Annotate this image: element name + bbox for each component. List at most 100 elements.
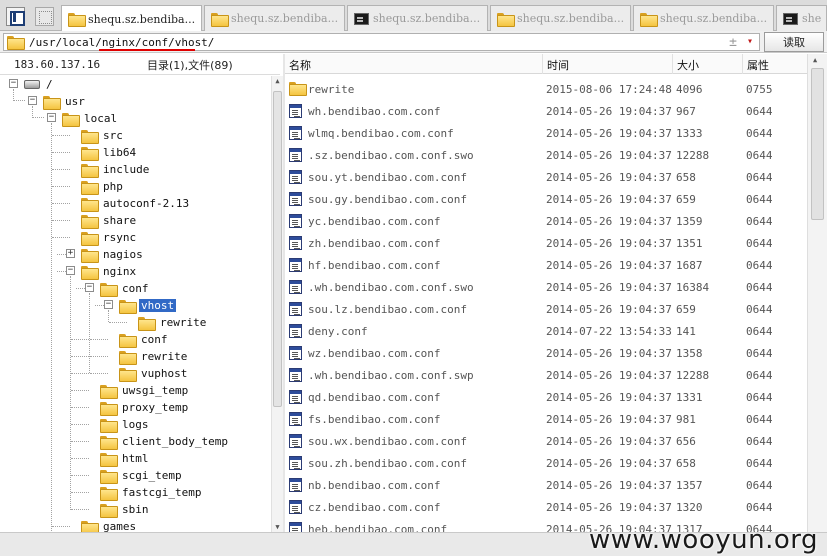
collapse-toggle[interactable]: − — [47, 113, 56, 122]
tree-node[interactable]: conf — [119, 331, 170, 348]
tree-node[interactable]: autoconf-2.13 — [81, 195, 191, 212]
tree-node[interactable]: rsync — [81, 229, 138, 246]
tab-4[interactable]: shequ.sz.bendiba... — [490, 5, 631, 31]
file-row[interactable]: wh.bendibao.com.conf 2014-05-26 19:04:37 9… — [285, 100, 807, 122]
file-row[interactable]: nb.bendibao.com.conf 2014-05-26 19:04:37 1… — [285, 474, 807, 496]
tab-6[interactable]: she — [776, 5, 827, 31]
file-row[interactable]: .wh.bendibao.com.conf.swp 2014-05-26 19:0… — [285, 364, 807, 386]
collapse-toggle[interactable]: − — [28, 96, 37, 105]
file-icon — [289, 148, 302, 162]
path-dropdown-icon[interactable]: ▾ — [747, 36, 753, 47]
path-highlight-underline — [99, 49, 195, 51]
file-row[interactable]: sou.wx.bendibao.com.conf 2014-05-26 19:04… — [285, 430, 807, 452]
tree-node[interactable]: fastcgi_temp — [100, 484, 203, 501]
collapse-toggle[interactable]: − — [9, 79, 18, 88]
tree-node[interactable]: uwsgi_temp — [100, 382, 190, 399]
tree-node[interactable]: share — [81, 212, 138, 229]
file-row[interactable]: zh.bendibao.com.conf 2014-05-26 19:04:37 1… — [285, 232, 807, 254]
tree-node[interactable]: html — [100, 450, 151, 467]
file-list-header: 名称 时间 大小 属性 — [285, 54, 807, 74]
file-row[interactable]: wz.bendibao.com.conf 2014-05-26 19:04:37 1… — [285, 342, 807, 364]
folder-icon — [138, 316, 156, 331]
collapse-toggle[interactable]: − — [85, 283, 94, 292]
file-row[interactable]: sou.gy.bendibao.com.conf 2014-05-26 19:04… — [285, 188, 807, 210]
tree-node[interactable]: local — [62, 110, 119, 127]
file-icon — [289, 346, 302, 360]
folder-icon — [81, 146, 99, 161]
column-header-attr[interactable]: 属性 — [747, 57, 769, 73]
status-strip: www.wooyun.org — [0, 525, 827, 556]
tree-node[interactable]: games — [81, 518, 138, 532]
tree-node[interactable]: nginx — [81, 263, 138, 280]
tab-1[interactable]: shequ.sz.bendiba... — [61, 5, 202, 32]
column-header-name[interactable]: 名称 — [289, 57, 311, 73]
read-button[interactable]: 读取 — [764, 32, 824, 52]
file-row[interactable]: yc.bendibao.com.conf 2014-05-26 19:04:37 1… — [285, 210, 807, 232]
directory-tree[interactable]: − − − + − − − / usr local src lib64 incl… — [0, 76, 271, 532]
scroll-down-icon[interactable]: ▼ — [272, 522, 283, 532]
folder-icon — [81, 197, 99, 212]
path-input[interactable]: /usr/local/nginx/conf/vhost/ ± ▾ — [3, 33, 760, 51]
collapse-toggle[interactable]: − — [66, 266, 75, 275]
folder-icon — [100, 384, 118, 399]
scroll-up-icon[interactable]: ▲ — [813, 56, 817, 64]
scroll-up-icon[interactable]: ▲ — [272, 76, 283, 86]
file-row[interactable]: hf.bendibao.com.conf 2014-05-26 19:04:37 1… — [285, 254, 807, 276]
file-list[interactable]: rewrite 2015-08-06 17:24:48 4096 0755 wh.be… — [285, 78, 807, 532]
file-icon — [289, 280, 302, 294]
tree-node[interactable]: client_body_temp — [100, 433, 230, 450]
tree-node[interactable]: proxy_temp — [100, 399, 190, 416]
tree-node[interactable]: vuphost — [119, 365, 189, 382]
folder-icon — [81, 180, 99, 195]
tree-node[interactable]: nagios — [81, 246, 145, 263]
file-row[interactable]: deny.conf 2014-07-22 13:54:33 141 0644 — [285, 320, 807, 342]
folder-icon — [81, 129, 99, 144]
tree-node[interactable]: rewrite — [138, 314, 208, 331]
tree-node[interactable]: logs — [100, 416, 151, 433]
tree-scroll-thumb[interactable] — [273, 91, 282, 407]
panel-toggle-button[interactable] — [6, 7, 25, 26]
tab-3[interactable]: shequ.sz.bendiba... — [347, 5, 488, 31]
drive-icon — [24, 80, 40, 89]
terminal-icon — [783, 12, 798, 25]
tree-node[interactable]: usr — [43, 93, 87, 110]
folder-icon — [100, 503, 118, 518]
column-header-time[interactable]: 时间 — [547, 57, 569, 73]
file-icon — [289, 390, 302, 404]
new-tab-button[interactable] — [35, 7, 54, 26]
file-list-scroll-thumb[interactable] — [811, 68, 824, 220]
tree-node-root[interactable]: / — [24, 76, 55, 93]
tree-node[interactable]: conf — [100, 280, 151, 297]
watermark: www.wooyun.org — [588, 525, 818, 555]
file-row[interactable]: sou.yt.bendibao.com.conf 2014-05-26 19:04… — [285, 166, 807, 188]
file-row[interactable]: .sz.bendibao.com.conf.swo 2014-05-26 19:0… — [285, 144, 807, 166]
file-row[interactable]: sou.lz.bendibao.com.conf 2014-05-26 19:04… — [285, 298, 807, 320]
tree-node[interactable]: src — [81, 127, 125, 144]
folder-icon — [43, 95, 61, 110]
folder-icon — [81, 214, 99, 229]
tree-node-selected[interactable]: vhost — [119, 297, 177, 314]
bookmark-toggle-icon[interactable]: ± — [729, 35, 737, 50]
tree-node[interactable]: lib64 — [81, 144, 138, 161]
file-row[interactable]: wlmq.bendibao.com.conf 2014-05-26 19:04:3… — [285, 122, 807, 144]
tab-2[interactable]: shequ.sz.bendiba... — [204, 5, 345, 31]
file-row[interactable]: sou.zh.bendibao.com.conf 2014-05-26 19:04… — [285, 452, 807, 474]
tree-node[interactable]: include — [81, 161, 151, 178]
folder-icon — [81, 163, 99, 178]
tree-node[interactable]: php — [81, 178, 125, 195]
tab-5[interactable]: shequ.sz.bendiba... — [633, 5, 774, 31]
collapse-toggle[interactable]: − — [104, 300, 113, 309]
tree-scrollbar[interactable]: ▲ ▼ — [271, 76, 283, 532]
tree-node[interactable]: sbin — [100, 501, 151, 518]
file-row[interactable]: .wh.bendibao.com.conf.swo 2014-05-26 19:0… — [285, 276, 807, 298]
tree-node[interactable]: rewrite — [119, 348, 189, 365]
expand-toggle[interactable]: + — [66, 249, 75, 258]
tree-node[interactable]: scgi_temp — [100, 467, 184, 484]
file-row[interactable]: fs.bendibao.com.conf 2014-05-26 19:04:37 9… — [285, 408, 807, 430]
folder-icon — [119, 333, 137, 348]
file-row[interactable]: rewrite 2015-08-06 17:24:48 4096 0755 — [285, 78, 807, 100]
column-header-size[interactable]: 大小 — [677, 57, 699, 73]
file-list-scrollbar[interactable]: ▲ — [807, 54, 827, 532]
file-row[interactable]: cz.bendibao.com.conf 2014-05-26 19:04:37 1… — [285, 496, 807, 518]
file-row[interactable]: qd.bendibao.com.conf 2014-05-26 19:04:37 1… — [285, 386, 807, 408]
